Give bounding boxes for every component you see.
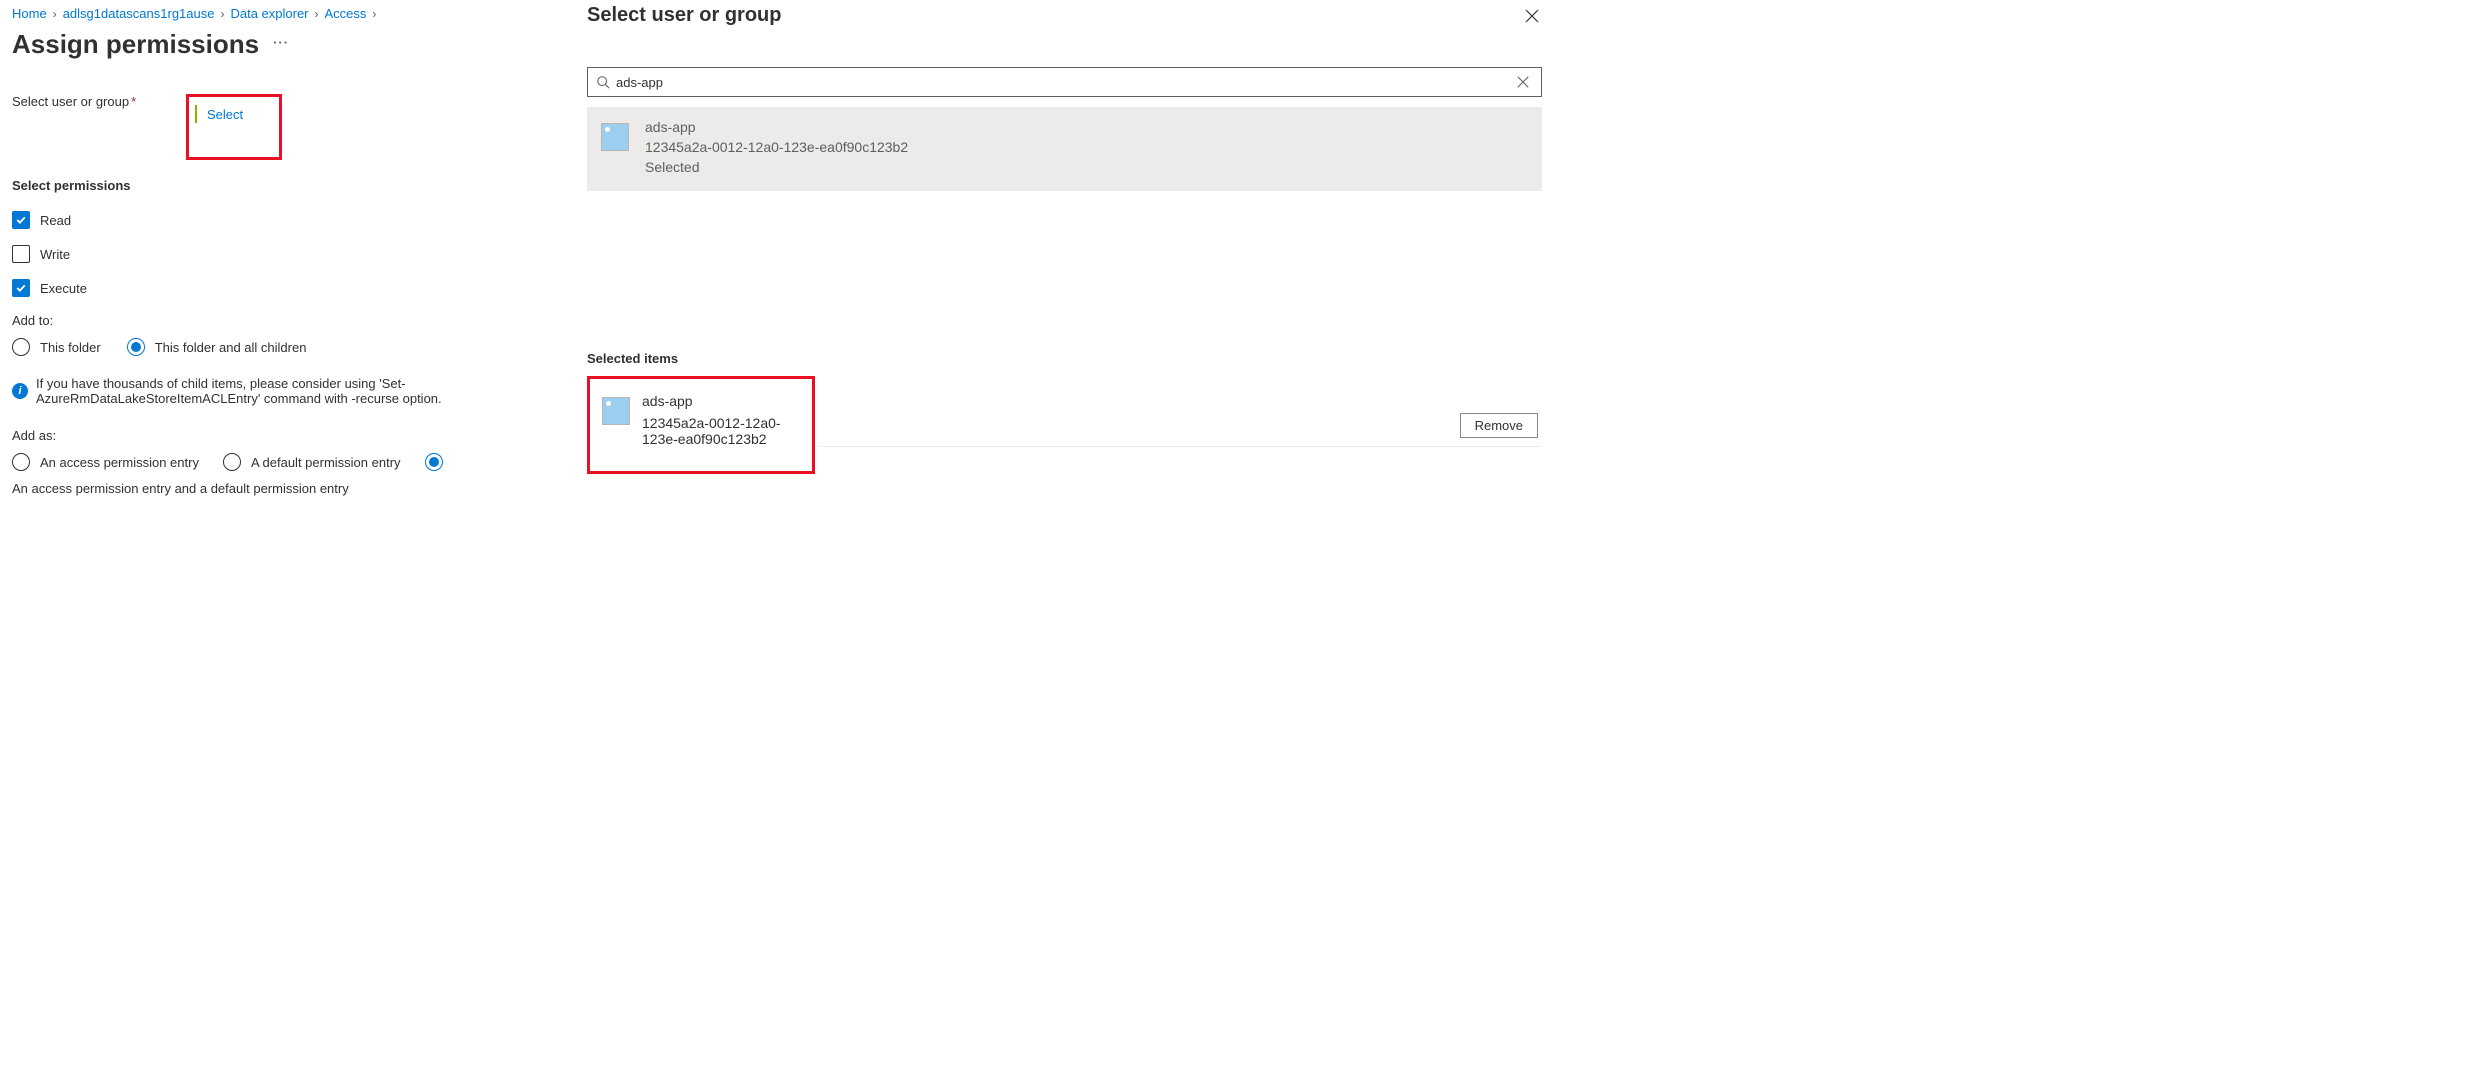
select-user-highlight: Select — [186, 94, 282, 160]
add-to-children-label: This folder and all children — [155, 340, 307, 355]
breadcrumb: Home› adlsg1datascans1rg1ause› Data expl… — [12, 6, 563, 21]
add-as-access-label: An access permission entry — [40, 455, 199, 470]
add-to-this-folder-label: This folder — [40, 340, 101, 355]
select-user-panel: Select user or group ads-app 12345a2a-00… — [575, 0, 1552, 672]
remove-button[interactable]: Remove — [1460, 413, 1538, 438]
add-to-this-folder-radio[interactable] — [12, 338, 30, 356]
add-as-label: Add as: — [12, 428, 563, 443]
select-user-label: Select user or group* — [12, 94, 186, 109]
app-icon — [601, 123, 629, 151]
page-title: Assign permissions — [12, 29, 259, 60]
breadcrumb-home[interactable]: Home — [12, 6, 47, 21]
add-as-access-radio[interactable] — [12, 453, 30, 471]
search-icon — [596, 75, 610, 89]
add-as-default-label: A default permission entry — [251, 455, 401, 470]
more-actions-button[interactable]: ··· — [273, 35, 289, 50]
app-icon — [602, 397, 630, 425]
write-checkbox[interactable] — [12, 245, 30, 263]
read-checkbox[interactable] — [12, 211, 30, 229]
selected-guid: 12345a2a-0012-12a0-123e-ea0f90c123b2 — [642, 415, 798, 447]
selected-items-header: Selected items — [587, 351, 1542, 366]
add-as-both-label: An access permission entry and a default… — [12, 481, 349, 496]
search-input[interactable] — [616, 75, 1519, 90]
result-status: Selected — [645, 159, 908, 175]
close-icon[interactable] — [1522, 6, 1542, 26]
read-label: Read — [40, 213, 71, 228]
execute-checkbox[interactable] — [12, 279, 30, 297]
panel-title: Select user or group — [587, 4, 782, 27]
add-as-both-radio[interactable] — [425, 453, 443, 471]
selected-name: ads-app — [642, 393, 798, 409]
select-user-link[interactable]: Select — [207, 107, 243, 122]
add-to-radio-group: This folder This folder and all children — [12, 338, 563, 356]
result-name: ads-app — [645, 119, 908, 135]
permissions-header: Select permissions — [12, 178, 563, 193]
selected-item-highlight: ads-app 12345a2a-0012-12a0-123e-ea0f90c1… — [587, 376, 815, 474]
breadcrumb-access[interactable]: Access — [325, 6, 367, 21]
add-as-radio-group: An access permission entry A default per… — [12, 453, 563, 496]
add-to-label: Add to: — [12, 313, 563, 328]
breadcrumb-dataexplorer[interactable]: Data explorer — [230, 6, 308, 21]
execute-label: Execute — [40, 281, 87, 296]
result-guid: 12345a2a-0012-12a0-123e-ea0f90c123b2 — [645, 139, 908, 155]
search-row — [587, 67, 1542, 97]
add-to-children-radio[interactable] — [127, 338, 145, 356]
search-result-item[interactable]: ads-app 12345a2a-0012-12a0-123e-ea0f90c1… — [587, 107, 1542, 191]
info-text: If you have thousands of child items, pl… — [36, 376, 563, 406]
add-as-default-radio[interactable] — [223, 453, 241, 471]
write-label: Write — [40, 247, 70, 262]
breadcrumb-resource[interactable]: adlsg1datascans1rg1ause — [63, 6, 215, 21]
clear-search-icon[interactable] — [1519, 75, 1533, 89]
info-icon: i — [12, 383, 28, 399]
